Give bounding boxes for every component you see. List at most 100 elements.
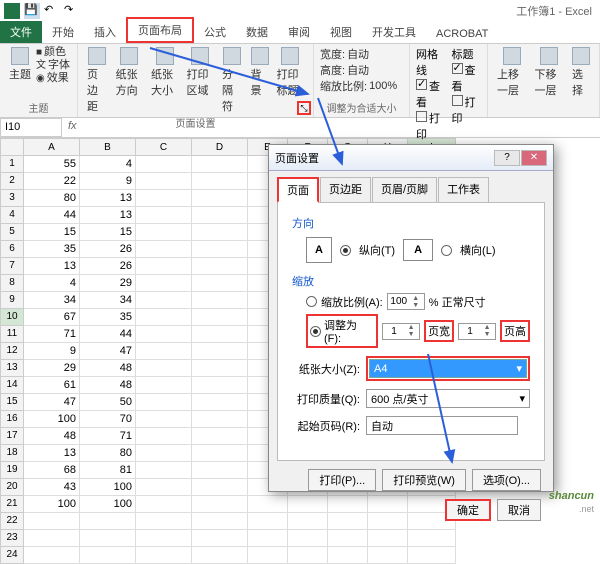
cell[interactable]	[408, 530, 456, 547]
cell[interactable]: 61	[24, 377, 80, 394]
row-header[interactable]: 19	[0, 462, 24, 479]
firstpage-input[interactable]	[366, 416, 518, 435]
tab-formula[interactable]: 公式	[194, 21, 236, 43]
margins-button[interactable]: 页边距	[84, 46, 111, 115]
cell[interactable]	[368, 547, 408, 564]
col-header[interactable]: B	[80, 138, 136, 156]
cell[interactable]	[136, 207, 192, 224]
fit-radio[interactable]	[310, 326, 321, 337]
undo-icon[interactable]: ↶	[44, 3, 60, 19]
row-header[interactable]: 6	[0, 241, 24, 258]
cell[interactable]: 9	[80, 173, 136, 190]
cell[interactable]	[136, 275, 192, 292]
cell[interactable]: 80	[80, 445, 136, 462]
row-header[interactable]: 22	[0, 513, 24, 530]
cell[interactable]: 100	[80, 496, 136, 513]
cell[interactable]	[136, 445, 192, 462]
cell[interactable]	[192, 360, 248, 377]
cell[interactable]	[192, 224, 248, 241]
cell[interactable]: 43	[24, 479, 80, 496]
cell[interactable]: 4	[24, 275, 80, 292]
cell[interactable]	[136, 513, 192, 530]
cell[interactable]	[136, 190, 192, 207]
cell[interactable]	[192, 547, 248, 564]
cell[interactable]: 35	[80, 309, 136, 326]
cell[interactable]	[136, 479, 192, 496]
cell[interactable]	[192, 207, 248, 224]
cancel-button[interactable]: 取消	[497, 499, 541, 521]
cell[interactable]: 48	[24, 428, 80, 445]
cell[interactable]: 35	[24, 241, 80, 258]
tab-layout[interactable]: 页面布局	[126, 17, 194, 43]
cell[interactable]: 71	[24, 326, 80, 343]
colors-button[interactable]: ■颜色	[36, 46, 70, 59]
row-header[interactable]: 24	[0, 547, 24, 564]
cell[interactable]	[192, 326, 248, 343]
cell[interactable]: 55	[24, 156, 80, 173]
landscape-radio[interactable]	[441, 245, 452, 256]
dtab-margins[interactable]: 页边距	[320, 177, 371, 202]
col-header[interactable]: C	[136, 138, 192, 156]
cell[interactable]	[192, 428, 248, 445]
effects-button[interactable]: ◉效果	[36, 72, 70, 85]
cell[interactable]	[24, 547, 80, 564]
cell[interactable]	[136, 428, 192, 445]
cell[interactable]	[24, 513, 80, 530]
cell[interactable]	[192, 343, 248, 360]
row-header[interactable]: 8	[0, 275, 24, 292]
cell[interactable]: 4	[80, 156, 136, 173]
cell[interactable]	[368, 530, 408, 547]
row-header[interactable]: 17	[0, 428, 24, 445]
tab-view[interactable]: 视图	[320, 21, 362, 43]
row-header[interactable]: 11	[0, 326, 24, 343]
dtab-page[interactable]: 页面	[277, 177, 319, 203]
cell[interactable]	[136, 462, 192, 479]
select-all-corner[interactable]	[0, 138, 24, 156]
help-button[interactable]: ?	[494, 150, 520, 166]
tab-dev[interactable]: 开发工具	[362, 21, 426, 43]
cell[interactable]	[192, 445, 248, 462]
cell[interactable]	[192, 513, 248, 530]
cell[interactable]	[192, 530, 248, 547]
tab-file[interactable]: 文件	[0, 21, 42, 43]
row-header[interactable]: 9	[0, 292, 24, 309]
cell[interactable]: 44	[80, 326, 136, 343]
cell[interactable]	[288, 547, 328, 564]
cell[interactable]: 68	[24, 462, 80, 479]
cell[interactable]: 48	[80, 377, 136, 394]
cell[interactable]	[136, 360, 192, 377]
sendback-button[interactable]: 下移一层	[532, 46, 568, 99]
cell[interactable]	[192, 462, 248, 479]
row-header[interactable]: 21	[0, 496, 24, 513]
cell[interactable]: 44	[24, 207, 80, 224]
cell[interactable]: 71	[80, 428, 136, 445]
cell[interactable]	[80, 513, 136, 530]
selectpane-button[interactable]: 选择	[569, 46, 593, 99]
save-icon[interactable]: 💾	[24, 3, 40, 19]
cell[interactable]	[136, 547, 192, 564]
cell[interactable]	[192, 190, 248, 207]
row-header[interactable]: 2	[0, 173, 24, 190]
tab-home[interactable]: 开始	[42, 21, 84, 43]
size-button[interactable]: 纸张大小	[148, 46, 181, 115]
bringforward-button[interactable]: 上移一层	[494, 46, 530, 99]
tab-acrobat[interactable]: ACROBAT	[426, 25, 498, 43]
cell[interactable]	[192, 377, 248, 394]
cell[interactable]	[192, 292, 248, 309]
ok-button[interactable]: 确定	[445, 499, 491, 521]
scale-ratio-radio[interactable]	[306, 296, 317, 307]
tab-data[interactable]: 数据	[236, 21, 278, 43]
cell[interactable]: 34	[80, 292, 136, 309]
cell[interactable]	[136, 241, 192, 258]
cell[interactable]: 13	[80, 190, 136, 207]
cell[interactable]: 29	[24, 360, 80, 377]
orientation-button[interactable]: 纸张方向	[113, 46, 146, 115]
cell[interactable]	[136, 309, 192, 326]
themes-button[interactable]: 主题	[6, 46, 34, 85]
dtab-header[interactable]: 页眉/页脚	[372, 177, 437, 202]
cell[interactable]: 70	[80, 411, 136, 428]
cell[interactable]: 47	[24, 394, 80, 411]
row-header[interactable]: 3	[0, 190, 24, 207]
row-header[interactable]: 20	[0, 479, 24, 496]
cell[interactable]	[328, 530, 368, 547]
